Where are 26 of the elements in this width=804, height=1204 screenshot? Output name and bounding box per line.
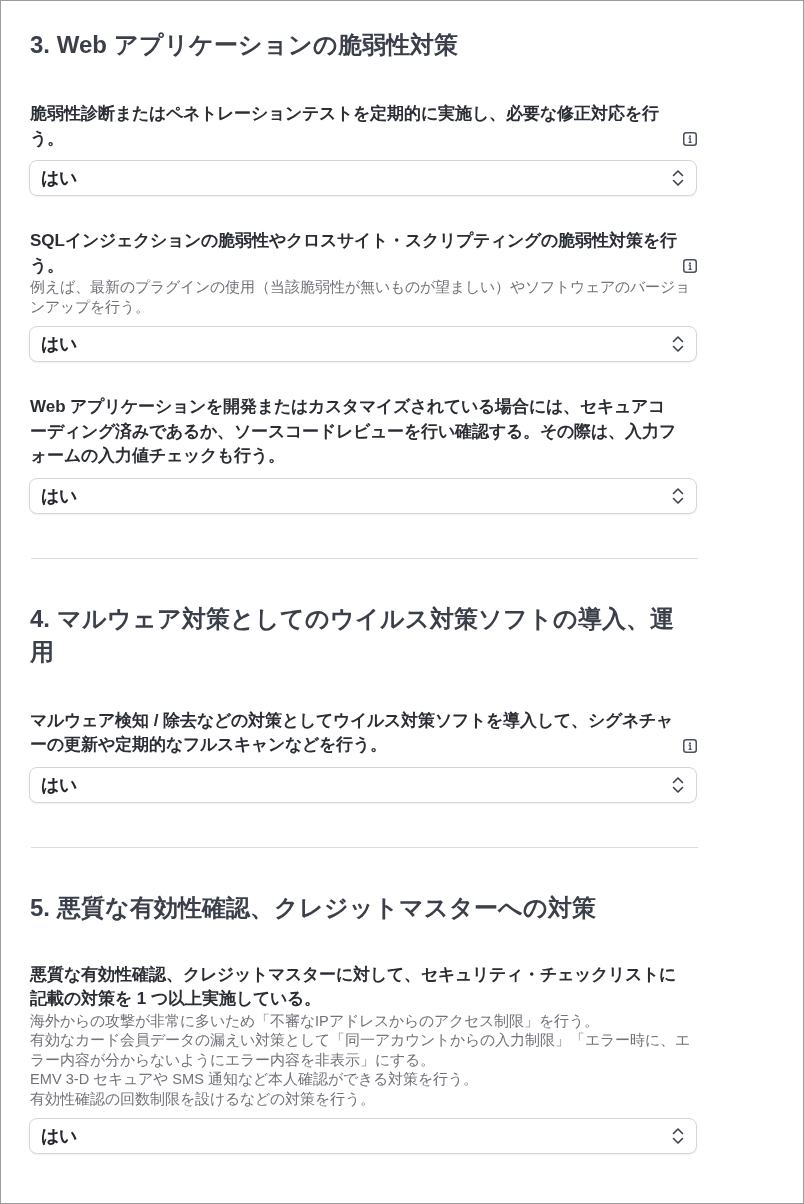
up-down-chevron-icon — [672, 169, 684, 187]
answer-select[interactable]: はい — [29, 477, 697, 514]
hint-text: EMV 3-D セキュアや SMS 通知など本人確認ができる対策を行う。 — [30, 1070, 479, 1089]
up-down-chevron-icon — [672, 1127, 684, 1145]
question-label: 脆弱性診断またはペネトレーションテストを定期的に実施し、必要な修正対応を行う。 — [30, 103, 660, 150]
hint-text: 海外からの攻撃が非常に多いため「不審なIPアドレスからのアクセス制限」を行う。 — [30, 1011, 600, 1031]
hint-text: 有効性確認の回数制限を設けるなどの対策を行う。 — [30, 1089, 376, 1109]
up-down-chevron-icon — [672, 486, 684, 505]
section-heading: 3. Web アプリケーションの脆弱性対策 — [30, 30, 459, 60]
answer-select[interactable]: はい — [29, 160, 697, 196]
info-icon[interactable] — [683, 738, 697, 753]
answer-select[interactable]: はい — [29, 766, 697, 803]
info-icon[interactable] — [683, 259, 697, 273]
answer-select[interactable]: はい — [29, 1118, 697, 1154]
question-label: Web アプリケーションを開発またはカスタマイズされている場合には、セキュアコーディング済みであるか、ソースコードレビューを行い確認する。その際は、入力フォームの入力値チェックも行う。 — [30, 396, 677, 467]
hint-text: 有効なカード会員データの漏えい対策として「同一アカウントからの入力制限」「エラー時に、エラー内容が分からないようにエラー内容を非表示」にする。 — [30, 1031, 691, 1070]
section-heading: 5. 悪質な有効性確認、クレジットマスターへの対策 — [30, 892, 597, 923]
section-heading: 4. マルウェア対策としてのウイルス対策ソフトの導入、運用 — [30, 603, 675, 667]
question-label: マルウェア検知 / 除去などの対策としてウイルス対策ソフトを導入して、シグネチャーの更新や定期的なフルスキャンなどを行う。 — [30, 709, 675, 756]
hint-text: 例えば、最新のプラグインの使用（当該脆弱性が無いものが望ましい）やソフトウェアのバージョンアップを行う。 — [30, 278, 691, 317]
answer-select[interactable]: はい — [29, 326, 697, 362]
question-label: SQLインジェクションの脆弱性やクロスサイト・スクリプティングの脆弱性対策を行う。 — [30, 230, 678, 277]
up-down-chevron-icon — [672, 775, 684, 794]
info-icon[interactable] — [683, 132, 697, 146]
up-down-chevron-icon — [672, 335, 684, 353]
question-label: 悪質な有効性確認、クレジットマスターに対して、セキュリティ・チェックリストに記載の対策を 1 つ以上実施している。 — [30, 963, 677, 1010]
